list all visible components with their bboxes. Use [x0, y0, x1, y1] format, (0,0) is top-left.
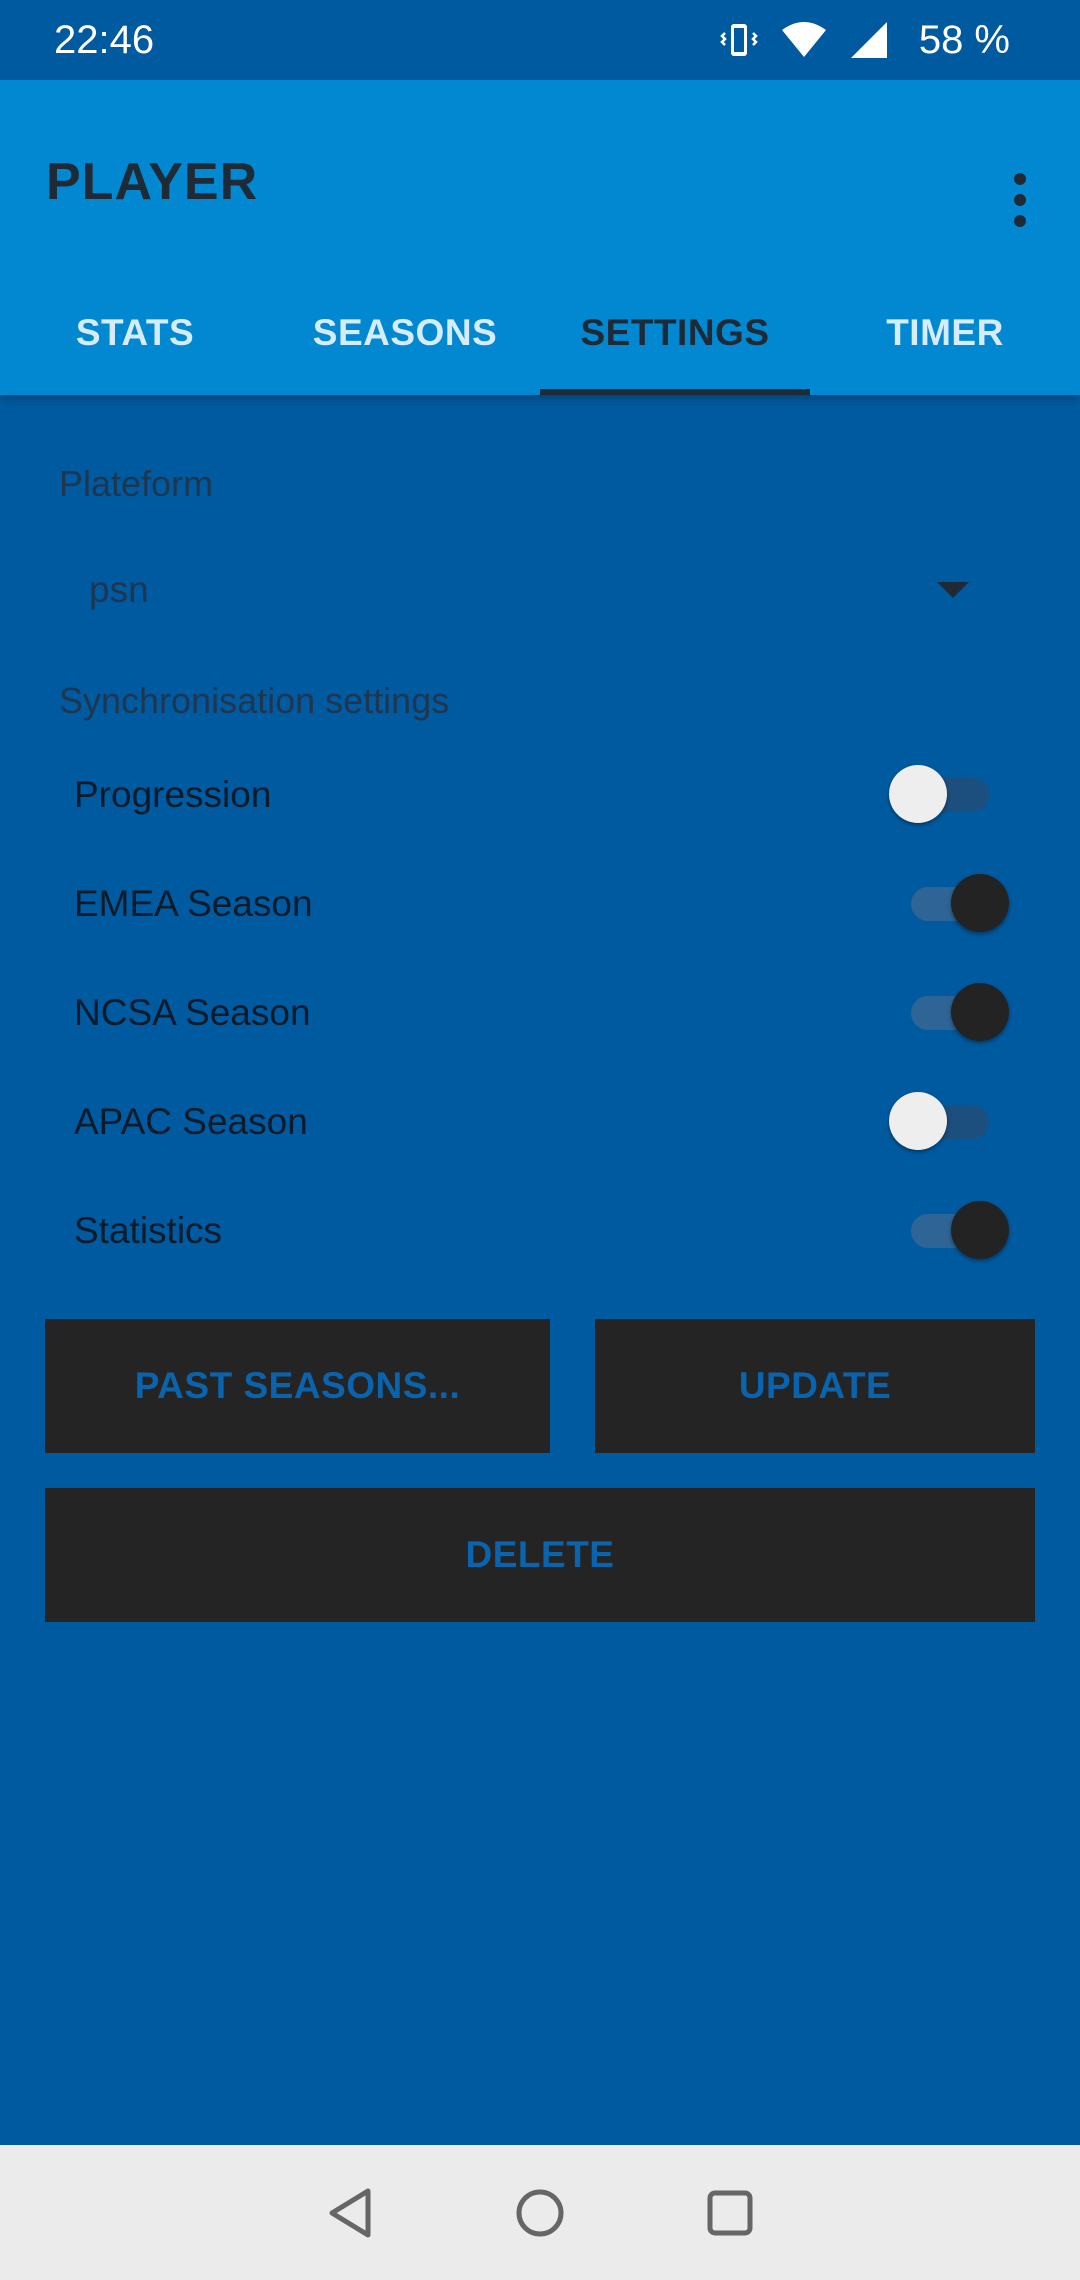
toggle-row-ncsa: NCSA Season: [59, 963, 1009, 1063]
platform-dropdown[interactable]: psn: [59, 545, 999, 635]
platform-value: psn: [89, 569, 149, 610]
past-seasons-button[interactable]: PAST SEASONS...: [45, 1319, 550, 1453]
statistics-switch[interactable]: [889, 1196, 1009, 1266]
delete-button[interactable]: DELETE: [45, 1488, 1035, 1622]
home-icon[interactable]: [514, 2187, 566, 2239]
vibrate-icon: [719, 20, 759, 60]
tab-stats[interactable]: STATS: [0, 270, 270, 395]
toggle-label: EMEA Season: [74, 883, 313, 924]
toggle-label: Statistics: [74, 1210, 223, 1251]
tab-settings[interactable]: SETTINGS: [540, 270, 810, 395]
navigation-bar: [0, 2145, 1080, 2280]
toggle-label: Progression: [74, 774, 272, 815]
emea-season-switch[interactable]: [889, 869, 1009, 939]
tab-timer[interactable]: TIMER: [810, 270, 1080, 395]
toggle-row-apac: APAC Season: [59, 1072, 1009, 1172]
apac-season-switch[interactable]: [889, 1087, 1009, 1157]
dropdown-arrow-icon: [937, 582, 969, 598]
toggle-label: NCSA Season: [74, 992, 311, 1033]
app-title: PLAYER: [46, 153, 259, 211]
wifi-icon: [781, 20, 827, 60]
tab-seasons[interactable]: SEASONS: [270, 270, 540, 395]
back-icon[interactable]: [326, 2187, 374, 2239]
status-time: 22:46: [54, 17, 155, 62]
recents-icon[interactable]: [706, 2189, 754, 2237]
platform-label: Plateform: [59, 463, 214, 504]
battery-percentage: 58 %: [918, 17, 1010, 62]
toggle-row-progression: Progression: [59, 745, 1009, 845]
toggle-row-statistics: Statistics: [59, 1181, 1009, 1281]
sync-settings-label: Synchronisation settings: [59, 680, 450, 721]
more-vert-icon[interactable]: [990, 150, 1050, 250]
toggle-row-emea: EMEA Season: [59, 854, 1009, 954]
status-icons: 58 %: [719, 18, 1010, 63]
toggle-label: APAC Season: [74, 1101, 308, 1142]
settings-content: Plateform psn Synchronisation settings P…: [0, 395, 1080, 2145]
status-bar: 22:46 58 %: [0, 0, 1080, 80]
app-bar: PLAYER STATS SEASONS SETTINGS TIMER: [0, 80, 1080, 395]
ncsa-season-switch[interactable]: [889, 978, 1009, 1048]
update-button[interactable]: UPDATE: [595, 1319, 1035, 1453]
tab-bar: STATS SEASONS SETTINGS TIMER: [0, 270, 1080, 395]
progression-switch[interactable]: [889, 760, 1009, 830]
cell-signal-icon: [849, 20, 889, 60]
